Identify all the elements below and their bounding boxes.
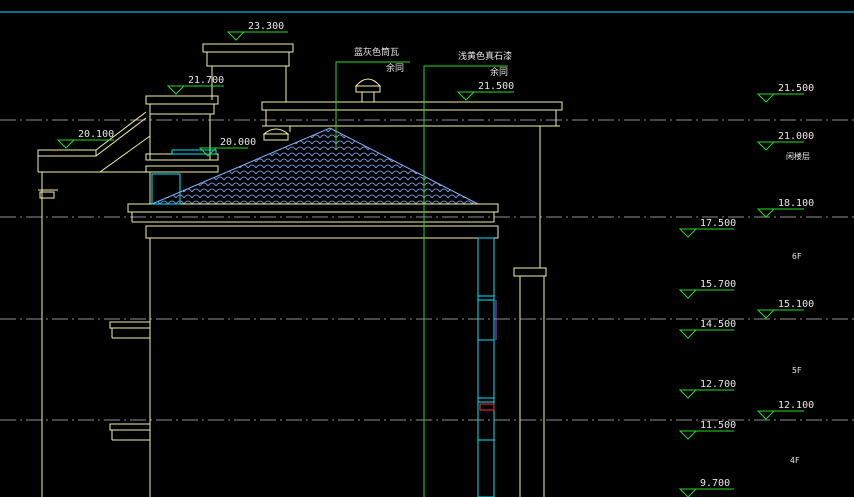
elevation-triangle — [678, 389, 698, 399]
building-outline — [37, 43, 563, 497]
elevation-triangle — [678, 488, 698, 497]
elevation-mark: 21.700 — [166, 75, 224, 95]
elevation-triangle — [456, 91, 476, 101]
elevation-mark: 17.500 — [678, 218, 736, 238]
elevation-label: 15.700 — [700, 279, 736, 290]
floor-label-5f: 5F — [792, 366, 802, 375]
elevation-marks-right: 21.500 21.000 18.100 15.100 12.100 — [756, 83, 814, 420]
elevation-triangle — [756, 141, 776, 151]
elevation-label: 17.500 — [700, 218, 736, 229]
elevation-mark: 11.500 — [678, 420, 736, 440]
elevation-mark: 15.700 — [678, 279, 736, 299]
stone-note: 浅黄色真石漆 — [458, 50, 512, 62]
tile-note-same: 余同 — [386, 62, 404, 74]
elevation-label: 11.500 — [700, 420, 736, 431]
elevation-label: 20.100 — [78, 129, 114, 140]
floor-label-4f: 4F — [790, 456, 800, 465]
elevation-label: 12.100 — [778, 400, 814, 411]
elevation-label: 15.100 — [778, 299, 814, 310]
floor-label-6f: 6F — [792, 252, 802, 261]
elevation-drawing: 23.300 21.700 20.100 20.000 21.500 17.500 15.… — [0, 11, 854, 497]
elevation-triangle — [678, 329, 698, 339]
elevation-label: 14.500 — [700, 319, 736, 330]
elevation-label: 12.700 — [700, 379, 736, 390]
elevation-triangle — [198, 147, 218, 157]
window-red-mark — [479, 403, 495, 411]
level-centerlines — [0, 119, 854, 421]
elevation-triangle — [56, 139, 76, 149]
elevation-triangle — [756, 309, 776, 319]
elevation-triangle — [678, 289, 698, 299]
elevation-triangle — [756, 208, 776, 218]
elevation-mark: 12.100 — [756, 400, 814, 420]
elevation-label: 23.300 — [248, 21, 284, 32]
elevation-label: 21.500 — [478, 81, 514, 92]
elevation-mark: 14.500 — [678, 319, 736, 339]
elevation-label: 9.700 — [700, 478, 730, 489]
elevation-triangle — [678, 430, 698, 440]
elevation-mark: 9.700 — [678, 478, 734, 497]
elevation-mark: 21.000 — [756, 131, 814, 151]
elevation-mark: 21.500 — [456, 81, 514, 101]
elevation-marks-mid: 17.500 15.700 14.500 12.700 11.500 9.700 — [678, 218, 736, 497]
floor-label-roof: 闲楼层 — [786, 151, 810, 161]
elevation-triangle — [166, 85, 186, 95]
elevation-label: 21.700 — [188, 75, 224, 86]
elevation-mark: 20.100 — [56, 129, 114, 149]
elevation-triangle — [756, 93, 776, 103]
elevation-triangle — [678, 228, 698, 238]
elevation-label: 21.500 — [778, 83, 814, 94]
elevation-mark: 12.700 — [678, 379, 736, 399]
elevation-mark: 20.000 — [198, 137, 256, 157]
elevation-mark: 23.300 — [226, 21, 288, 41]
elevation-label: 18.100 — [778, 198, 814, 209]
elevation-mark: 21.500 — [756, 83, 814, 103]
elevation-label: 20.000 — [220, 137, 256, 148]
elevation-triangle — [226, 31, 246, 41]
note-leaders — [335, 61, 508, 497]
elevation-label: 21.000 — [778, 131, 814, 142]
elevation-triangle — [756, 410, 776, 420]
tile-note: 蓝灰色筒瓦 — [354, 46, 399, 58]
elevation-mark: 18.100 — [756, 198, 814, 218]
stone-note-same: 余同 — [490, 66, 508, 78]
elevation-mark: 15.100 — [756, 299, 814, 319]
